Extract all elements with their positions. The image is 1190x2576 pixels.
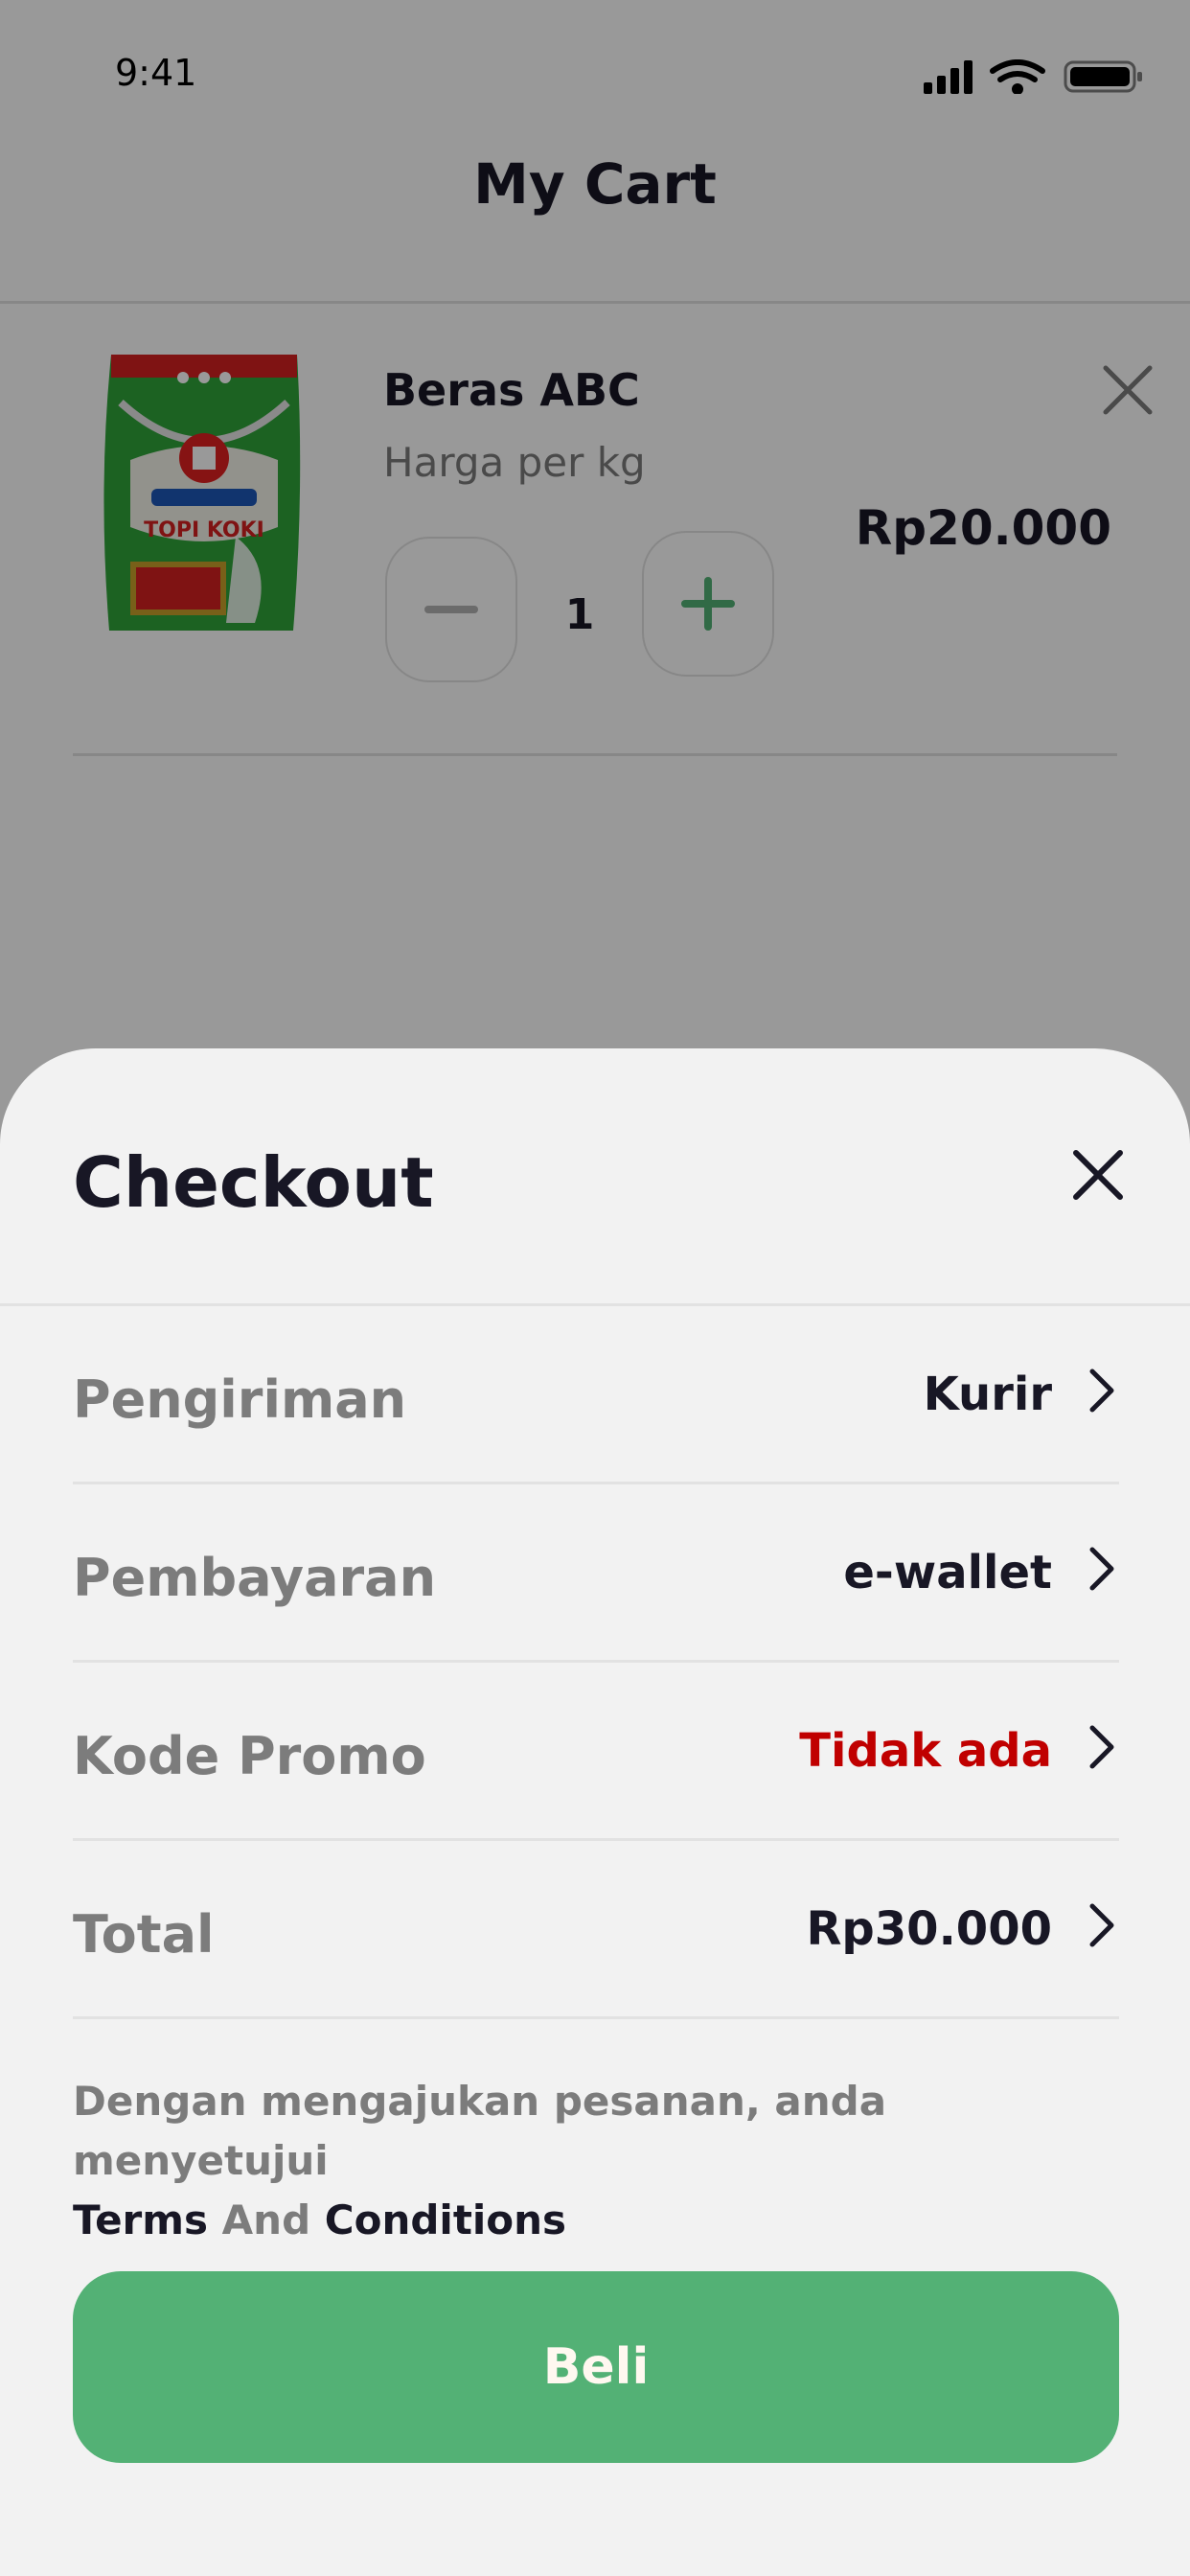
close-icon [1073,1150,1123,1200]
payment-label: Pembayaran [73,1548,437,1608]
payment-value: e-wallet [843,1546,1052,1599]
promo-code-label: Kode Promo [73,1726,426,1786]
total-label: Total [73,1904,215,1965]
close-checkout-button[interactable] [1071,1148,1125,1202]
chevron-right-icon [1089,1368,1114,1413]
terms-link[interactable]: Terms [73,2196,208,2243]
conditions-link[interactable]: Conditions [325,2196,566,2243]
chevron-right-icon [1089,1903,1114,1947]
terms-and: And [221,2196,311,2243]
total-row[interactable]: Total Rp30.000 [73,1841,1119,2019]
delivery-label: Pengiriman [73,1369,407,1430]
checkout-sheet: Checkout Pengiriman Kurir Pembayaran e-w… [0,1048,1190,2576]
total-value: Rp30.000 [806,1902,1052,1956]
terms-notice: Dengan mengajukan pesanan, anda menyetuj… [73,2072,1127,2250]
terms-prefix: Dengan mengajukan pesanan, anda menyetuj… [73,2078,887,2184]
payment-row[interactable]: Pembayaran e-wallet [73,1484,1119,1663]
delivery-value: Kurir [923,1368,1052,1421]
row-divider [73,2016,1119,2019]
promo-code-row[interactable]: Kode Promo Tidak ada [73,1663,1119,1841]
cart-screen: 9:41 My Cart TOPI KOKI Beras ABC Harga p… [0,0,1190,2576]
buy-button[interactable]: Beli [73,2271,1119,2463]
checkout-title: Checkout [73,1142,434,1223]
delivery-row[interactable]: Pengiriman Kurir [73,1306,1119,1484]
chevron-right-icon [1089,1725,1114,1769]
promo-code-value: Tidak ada [799,1724,1052,1778]
chevron-right-icon [1089,1547,1114,1591]
